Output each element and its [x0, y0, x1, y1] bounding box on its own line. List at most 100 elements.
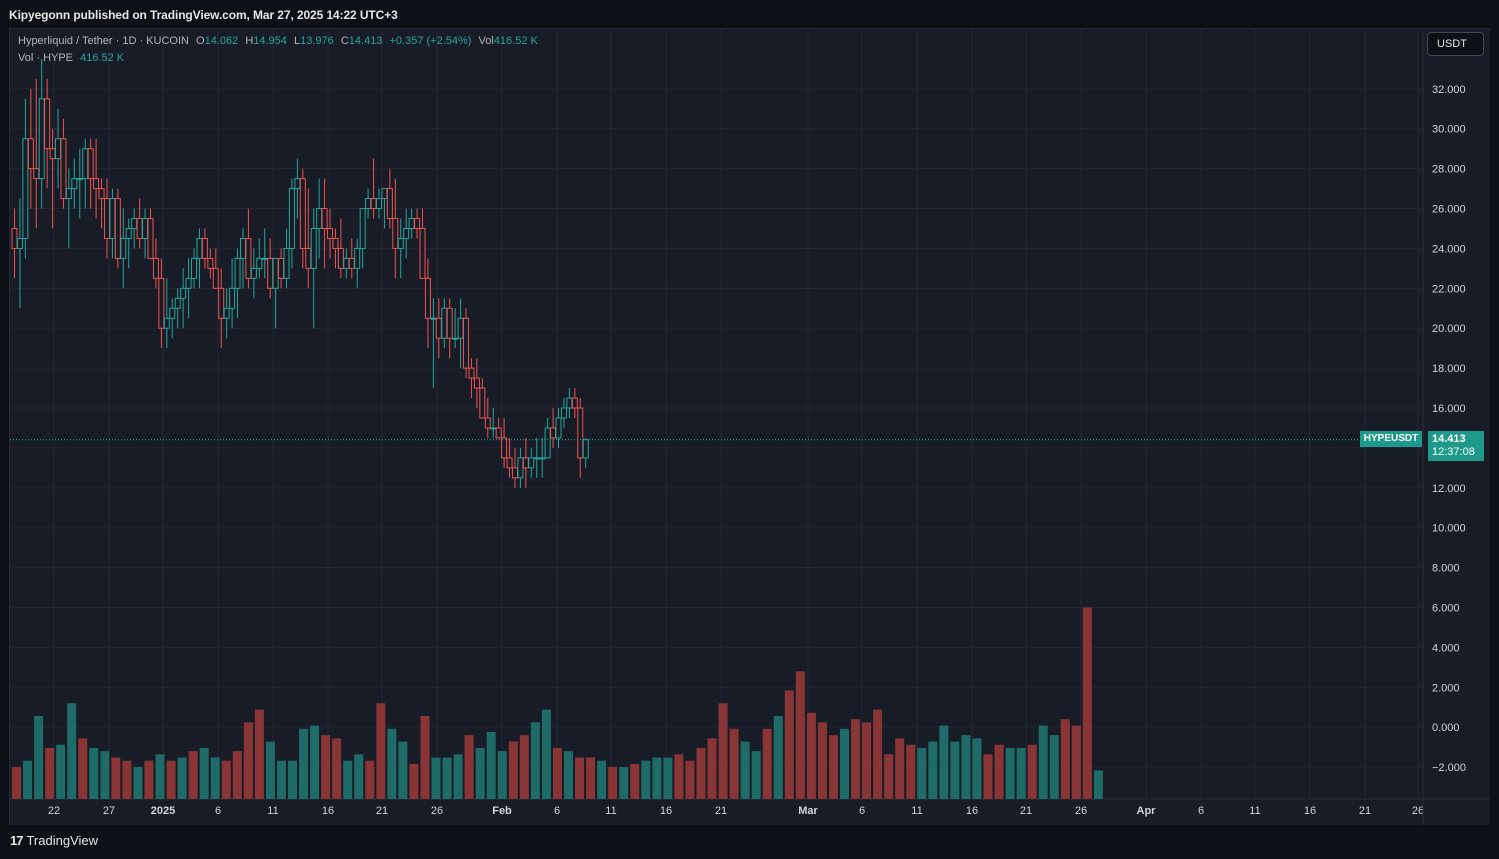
volume-bar	[994, 744, 1004, 799]
candle-body	[278, 257, 285, 279]
volume-bar	[530, 722, 540, 799]
volume-bar	[265, 741, 275, 799]
volume-bar	[420, 716, 430, 799]
price-chart[interactable]: 32.000 30.000 28.000 26.000 24.000 22.000 20.0…	[10, 29, 1490, 825]
candle-body	[408, 218, 415, 229]
time-tick-label: 22	[48, 805, 60, 817]
candle-body	[158, 277, 165, 329]
volume-bar	[519, 735, 529, 799]
tradingview-brand[interactable]: 17 TradingView	[10, 833, 98, 848]
volume-bar	[243, 722, 253, 799]
candle-body	[136, 218, 143, 239]
price-tick-label: 2.000	[1432, 682, 1460, 694]
candle-body	[473, 377, 480, 389]
candle-body	[174, 297, 181, 309]
candle-body	[354, 247, 361, 269]
volume-bar	[1005, 747, 1015, 799]
volume-bar	[707, 738, 717, 799]
last-price-value: 14.413	[1432, 433, 1466, 445]
volume-bar	[354, 754, 364, 799]
candle-body	[288, 188, 295, 249]
time-tick-label: 11	[911, 805, 922, 817]
price-tick-label: 16.000	[1432, 403, 1466, 415]
volume-bar	[1016, 747, 1026, 799]
volume-bar	[376, 703, 386, 799]
candle-body	[256, 257, 263, 269]
chart-legend: Hyperliquid / Tether · 1D · KUCOIN O14.0…	[18, 35, 538, 69]
time-tick-label: 26	[1412, 805, 1424, 817]
candle-body	[359, 208, 366, 249]
candle-body	[196, 237, 203, 259]
volume-bar	[1082, 607, 1092, 799]
time-tick-label: 27	[103, 805, 115, 817]
volume-bar	[652, 757, 662, 799]
candle-body	[321, 208, 328, 229]
time-tick-label: 6	[859, 805, 865, 817]
candle-body	[147, 218, 154, 259]
candle-body	[283, 247, 290, 279]
candle-body	[103, 198, 110, 239]
last-price-tag: 14.413 12:37:08	[1428, 431, 1484, 461]
candle-body	[511, 467, 518, 479]
candle-body	[441, 307, 448, 339]
candle-body	[76, 178, 83, 181]
price-tick-label: 28.000	[1432, 164, 1466, 176]
price-tick-label: 6.000	[1432, 602, 1460, 614]
volume-bar	[254, 709, 264, 799]
candle-body	[560, 407, 567, 419]
time-tick-label: Apr	[1137, 805, 1157, 817]
volume-bar	[56, 744, 66, 799]
volume-bar	[409, 763, 419, 799]
volume-bar	[983, 754, 993, 799]
volume-series-label[interactable]: Vol · HYPE	[18, 52, 73, 64]
candle-body	[310, 227, 317, 269]
high-value: 14.954	[253, 35, 287, 47]
candle-body	[517, 457, 524, 479]
price-tick-label: −2.000	[1432, 762, 1466, 774]
candle-body	[87, 148, 94, 180]
candle-body	[185, 277, 192, 289]
publisher-bar: Kipyegonn published on TradingView.com, …	[0, 0, 1499, 28]
volume-bar	[78, 738, 88, 799]
time-tick-label: 26	[1075, 805, 1087, 817]
candle-body	[250, 267, 257, 279]
volume-bar	[486, 731, 496, 799]
volume-bar	[917, 747, 927, 799]
candle-body	[109, 198, 116, 239]
candle-body	[392, 218, 399, 249]
price-tick-label: 32.000	[1432, 84, 1466, 96]
candle-body	[381, 188, 388, 200]
time-tick-label: 16	[966, 805, 978, 817]
volume-bar	[851, 719, 861, 799]
candle-body	[114, 198, 121, 259]
volume-bar	[365, 760, 375, 799]
time-tick-label: 6	[554, 805, 560, 817]
candle-body	[539, 457, 546, 460]
time-tick-label: 26	[431, 805, 443, 817]
candle-body	[131, 218, 138, 229]
bar-countdown: 12:37:08	[1432, 446, 1475, 458]
symbol-description[interactable]: Hyperliquid / Tether · 1D · KUCOIN	[18, 35, 189, 47]
candle-body	[430, 317, 437, 320]
volume-bar	[155, 754, 165, 799]
candle-body	[55, 138, 62, 160]
time-tick-label: 6	[215, 805, 221, 817]
volume-bar	[387, 728, 397, 799]
volume-bar	[1071, 725, 1081, 799]
time-tick-label: 11	[267, 805, 278, 817]
candle-body	[528, 457, 535, 469]
volume-bar	[12, 767, 21, 799]
candle-body	[370, 198, 377, 210]
candle-body	[152, 257, 159, 279]
volume-bar	[232, 751, 242, 799]
volume-bar	[817, 722, 827, 799]
candle-body	[435, 317, 442, 339]
volume-bar	[895, 738, 905, 799]
volume-bar	[497, 751, 507, 799]
volume-bar	[630, 763, 640, 799]
currency-unit-button[interactable]: USDT	[1427, 32, 1484, 56]
time-tick-label: 16	[322, 805, 334, 817]
volume-bar	[575, 757, 585, 799]
candle-body	[223, 307, 230, 319]
volume-bar	[939, 725, 949, 799]
